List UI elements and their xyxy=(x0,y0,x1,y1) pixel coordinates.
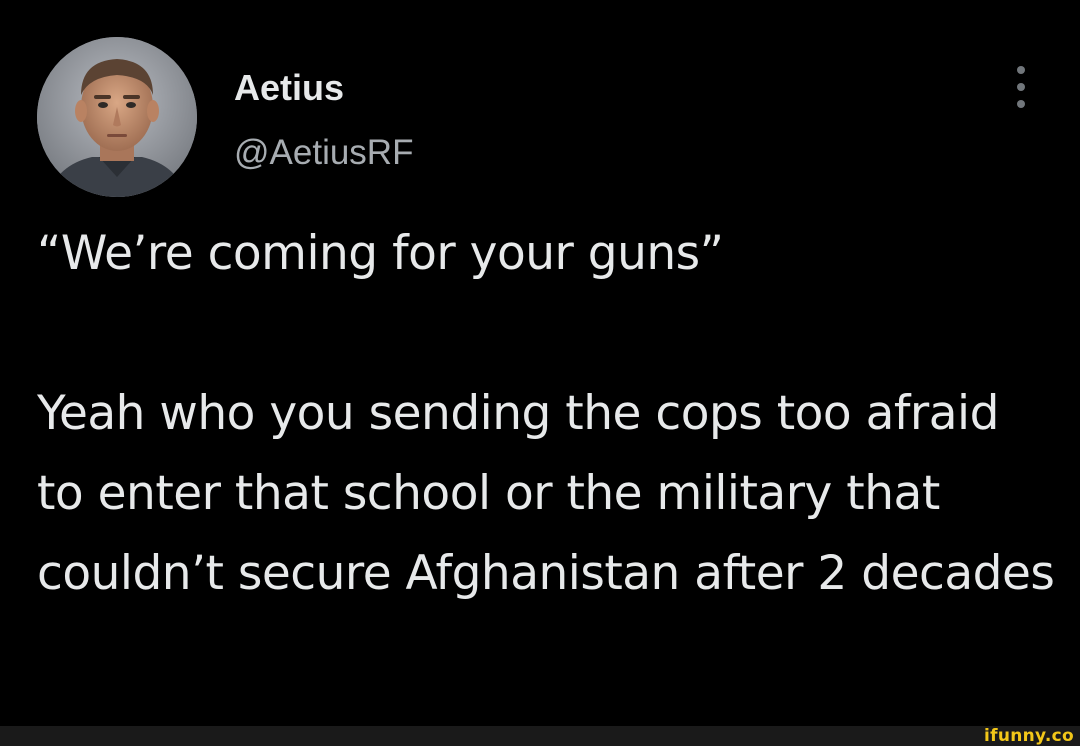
watermark-bar: ifunny.co xyxy=(0,726,1080,746)
more-vertical-icon-dot-3 xyxy=(1017,100,1025,108)
display-name[interactable]: Aetius xyxy=(234,66,344,110)
more-vertical-icon xyxy=(1017,66,1025,74)
more-options-button[interactable] xyxy=(1004,62,1038,112)
tweet-text: “We’re coming for your guns” Yeah who yo… xyxy=(37,226,1055,601)
avatar-face-image xyxy=(37,37,197,197)
avatar[interactable] xyxy=(37,37,197,197)
tweet-card: Aetius @AetiusRF “We’re coming for your … xyxy=(0,0,1080,726)
more-vertical-icon-dot-2 xyxy=(1017,83,1025,91)
user-handle[interactable]: @AetiusRF xyxy=(234,131,413,175)
ifunny-watermark-logo: ifunny.co xyxy=(984,726,1074,746)
